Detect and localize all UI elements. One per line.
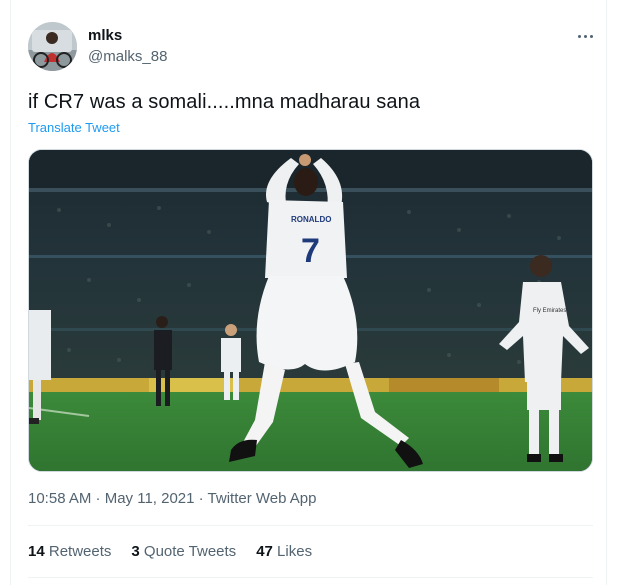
retweets-stat[interactable]: 14 Retweets (28, 543, 111, 560)
divider (28, 525, 593, 526)
user-handle[interactable]: @malks_88 (88, 48, 167, 65)
tweet-text: if CR7 was a somali.....mna madharau san… (28, 91, 421, 113)
likes-count: 47 (256, 543, 273, 560)
quote-tweets-stat[interactable]: 3 Quote Tweets (131, 543, 236, 560)
svg-text:7: 7 (301, 232, 320, 270)
more-dots-icon[interactable] (574, 26, 596, 46)
svg-text:Fly Emirates: Fly Emirates (533, 308, 566, 314)
quote-tweets-label: Quote Tweets (143, 543, 237, 560)
tweet-card: mlks @malks_88 if CR7 was a somali.....m… (10, 0, 607, 585)
football-celebration-photo: RONALDO 7 Fly Emirates (29, 150, 592, 471)
svg-text:RONALDO: RONALDO (291, 215, 331, 224)
likes-stat[interactable]: 47 Likes (256, 543, 312, 560)
translate-link[interactable]: Translate Tweet (28, 120, 120, 135)
retweets-count: 14 (28, 543, 45, 560)
retweets-label: Retweets (48, 543, 112, 560)
avatar[interactable] (28, 22, 77, 71)
engagement-stats: 14 Retweets 3 Quote Tweets 47 Likes (28, 543, 312, 560)
likes-label: Likes (277, 543, 313, 560)
tweet-image[interactable]: RONALDO 7 Fly Emirates (28, 149, 593, 472)
tweet-timestamp[interactable]: 10:58 AM · May 11, 2021 · Twitter Web Ap… (28, 490, 317, 507)
quote-tweets-count: 3 (131, 543, 140, 560)
divider (28, 577, 593, 578)
display-name[interactable]: mlks (88, 27, 122, 44)
avatar-image (28, 22, 77, 71)
